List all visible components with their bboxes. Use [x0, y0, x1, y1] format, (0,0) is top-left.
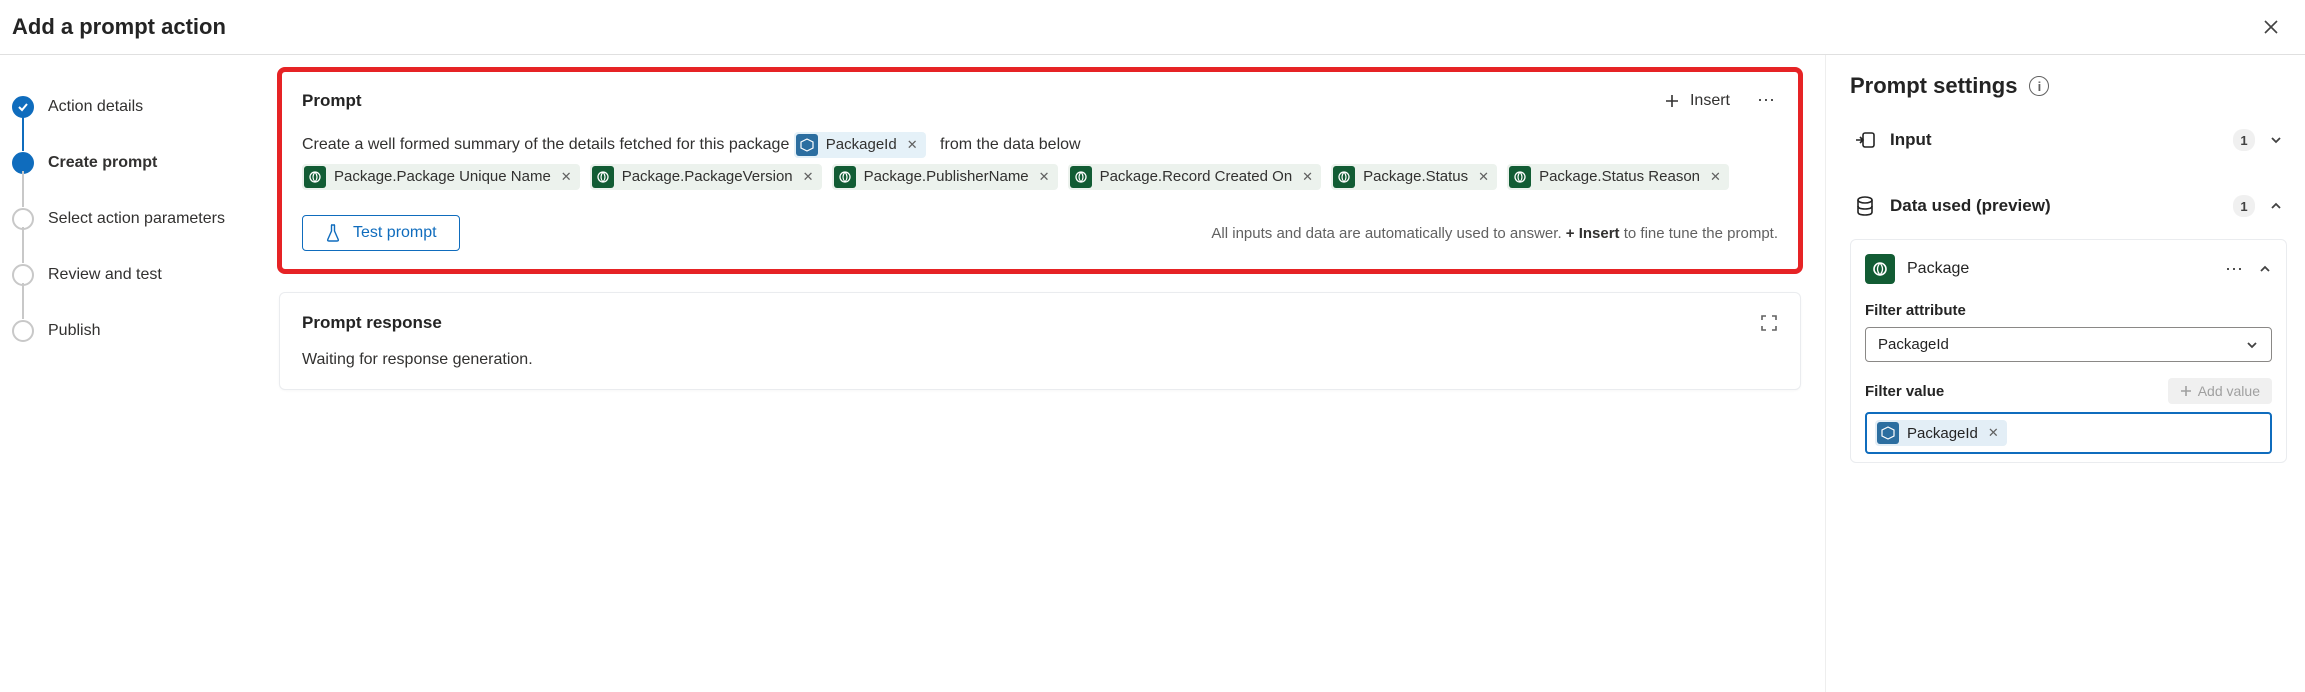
chip-label: PackageId	[826, 134, 897, 156]
table-icon	[1333, 166, 1355, 188]
chevron-up-icon[interactable]	[2258, 262, 2272, 276]
step-label: Action details	[48, 98, 143, 116]
filter-value-chip[interactable]: PackageId ✕	[1875, 420, 2007, 446]
close-button[interactable]	[2259, 15, 2283, 39]
settings-title-row: Prompt settings i	[1850, 73, 2287, 99]
data-chip[interactable]: Package.Package Unique Name ✕	[302, 164, 580, 190]
plus-icon	[2180, 385, 2192, 397]
chip-label: Package.Status Reason	[1539, 166, 1700, 188]
wizard-stepper: Action details Create prompt Select acti…	[0, 55, 255, 692]
chip-label: Package.Status	[1363, 166, 1468, 188]
prompt-response-card: Prompt response Waiting for response gen…	[279, 292, 1801, 390]
data-source-more-button[interactable]: ⋯	[2222, 259, 2246, 280]
response-body: Waiting for response generation.	[302, 351, 1778, 369]
chip-remove-button[interactable]: ✕	[1039, 170, 1050, 183]
data-used-count-badge: 1	[2233, 195, 2255, 217]
prompt-text: Create a well formed summary of the deta…	[302, 136, 789, 153]
prompt-text: from the data below	[940, 136, 1081, 153]
input-accordion[interactable]: Input 1	[1850, 115, 2287, 165]
chevron-up-icon	[2269, 199, 2283, 213]
step-dot-icon	[12, 264, 34, 286]
titlebar: Add a prompt action	[0, 0, 2305, 55]
filter-value-input[interactable]: PackageId ✕	[1865, 412, 2272, 454]
table-icon	[1865, 254, 1895, 284]
step-publish[interactable]: Publish	[12, 303, 247, 359]
step-dot-icon	[12, 208, 34, 230]
add-value-button: Add value	[2168, 378, 2272, 404]
settings-title: Prompt settings	[1850, 73, 2017, 99]
table-icon	[304, 166, 326, 188]
data-source-title: Package	[1907, 260, 2210, 278]
info-icon[interactable]: i	[2029, 76, 2049, 96]
step-label: Create prompt	[48, 154, 157, 172]
chip-label: PackageId	[1907, 425, 1978, 442]
chip-remove-button[interactable]: ✕	[561, 170, 572, 183]
chip-label: Package.PackageVersion	[622, 166, 793, 188]
prompt-data-chips: Package.Package Unique Name ✕ Package.Pack…	[302, 168, 1739, 185]
data-chip[interactable]: Package.Status Reason ✕	[1507, 164, 1729, 190]
variable-chip-packageid[interactable]: PackageId ✕	[794, 132, 926, 158]
step-dot-icon	[12, 152, 34, 174]
filter-attribute-select[interactable]: PackageId	[1865, 327, 2272, 362]
table-icon	[1509, 166, 1531, 188]
filter-attribute-value: PackageId	[1878, 336, 1949, 353]
more-icon: ⋯	[1757, 90, 1775, 110]
variable-icon	[1877, 422, 1899, 444]
more-button[interactable]: ⋯	[1754, 90, 1778, 111]
data-chip[interactable]: Package.Record Created On ✕	[1068, 164, 1322, 190]
database-icon	[1854, 196, 1876, 216]
chip-remove-button[interactable]: ✕	[1710, 170, 1721, 183]
input-count-badge: 1	[2233, 129, 2255, 151]
page-title: Add a prompt action	[12, 14, 226, 40]
chip-label: Package.PublisherName	[864, 166, 1029, 188]
step-label: Publish	[48, 322, 100, 340]
settings-panel: Prompt settings i Input 1 Data use	[1825, 55, 2305, 692]
chip-label: Package.Package Unique Name	[334, 166, 551, 188]
input-icon	[1854, 132, 1876, 148]
data-chip[interactable]: Package.Status ✕	[1331, 164, 1497, 190]
chip-remove-button[interactable]: ✕	[1302, 170, 1313, 183]
table-icon	[834, 166, 856, 188]
data-chip[interactable]: Package.PackageVersion ✕	[590, 164, 822, 190]
prompt-hint: All inputs and data are automatically us…	[1211, 225, 1778, 242]
chevron-down-icon	[2269, 133, 2283, 147]
plus-icon	[1664, 93, 1680, 109]
prompt-card-title: Prompt	[302, 91, 362, 111]
table-icon	[1070, 166, 1092, 188]
data-used-label: Data used (preview)	[1890, 196, 2219, 216]
step-create-prompt[interactable]: Create prompt	[12, 135, 247, 191]
data-source-card: Package ⋯ Filter attribute PackageId	[1850, 239, 2287, 463]
flask-icon	[325, 224, 341, 242]
insert-label: Insert	[1690, 92, 1730, 110]
chevron-down-icon	[2245, 338, 2259, 352]
prompt-card: Prompt Insert ⋯ Create a well formed sum…	[279, 69, 1801, 272]
data-used-accordion[interactable]: Data used (preview) 1	[1850, 181, 2287, 231]
step-dot-icon	[12, 320, 34, 342]
step-action-details[interactable]: Action details	[12, 79, 247, 135]
insert-button[interactable]: Insert	[1664, 92, 1730, 110]
input-label: Input	[1890, 130, 2219, 150]
close-icon	[2263, 19, 2279, 35]
step-review-and-test[interactable]: Review and test	[12, 247, 247, 303]
data-chip[interactable]: Package.PublisherName ✕	[832, 164, 1058, 190]
expand-button[interactable]	[1760, 314, 1778, 332]
filter-attribute-label: Filter attribute	[1865, 302, 2272, 319]
chip-remove-button[interactable]: ✕	[907, 138, 918, 151]
chip-remove-button[interactable]: ✕	[1478, 170, 1489, 183]
step-label: Select action parameters	[48, 210, 225, 228]
variable-icon	[796, 134, 818, 156]
filter-value-label: Filter value	[1865, 383, 1944, 400]
chip-remove-button[interactable]: ✕	[1988, 425, 1999, 441]
expand-icon	[1760, 314, 1778, 332]
checkmark-icon	[12, 96, 34, 118]
table-icon	[592, 166, 614, 188]
response-card-title: Prompt response	[302, 313, 442, 333]
step-select-action-parameters[interactable]: Select action parameters	[12, 191, 247, 247]
prompt-editor[interactable]: Create a well formed summary of the deta…	[302, 129, 1778, 193]
chip-remove-button[interactable]: ✕	[803, 170, 814, 183]
chip-label: Package.Record Created On	[1100, 166, 1293, 188]
test-prompt-label: Test prompt	[353, 224, 437, 242]
test-prompt-button[interactable]: Test prompt	[302, 215, 460, 251]
step-label: Review and test	[48, 266, 162, 284]
